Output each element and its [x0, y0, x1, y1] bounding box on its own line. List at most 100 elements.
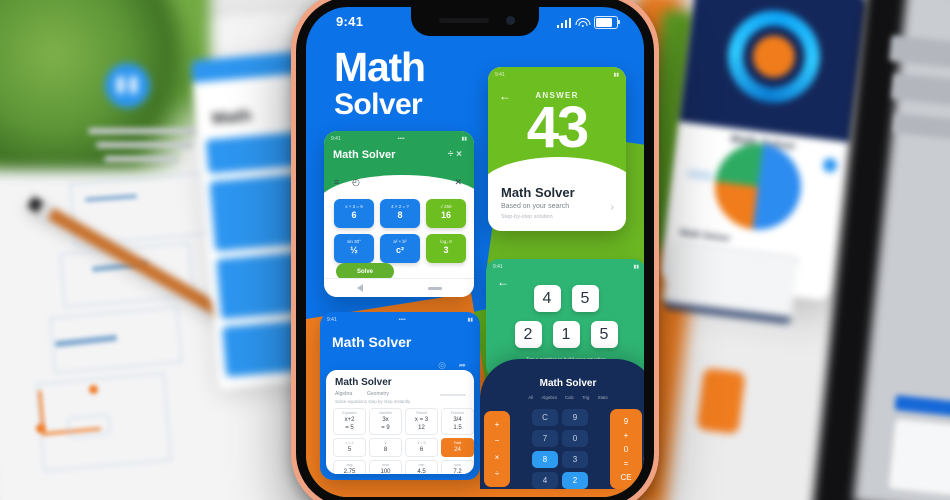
mini-status-right: ▮▮ [461, 136, 467, 142]
result-value: 43 [526, 95, 590, 160]
paper-text-line [88, 128, 208, 134]
tile-expression: log₂ 8 [440, 239, 452, 245]
number-key[interactable]: 2 [514, 321, 542, 348]
calculator-operators-left[interactable]: + − × ÷ [484, 411, 510, 487]
calculator-tabs: All Algebra Calc Trig Stats [480, 395, 644, 400]
calculator-operator-key[interactable]: 0 [624, 445, 628, 454]
calculator-key[interactable]: C [532, 409, 558, 426]
panel-heading: Math Solver [335, 377, 392, 388]
solution-cell[interactable]: Total 24 [441, 438, 474, 457]
solution-cell[interactable]: Result x = 3 12 [405, 408, 438, 436]
cell-value: 8 [383, 446, 388, 453]
solution-cell[interactable]: max 100 [369, 459, 402, 474]
calculator-panel[interactable]: Math Solver All Algebra Calc Trig Stats + − × ÷… [480, 359, 644, 489]
clock-icon[interactable]: ◴ [352, 177, 360, 188]
equation-tile[interactable]: log₂ 83 [426, 234, 466, 263]
number-key[interactable]: 1 [552, 321, 580, 348]
calculator-key[interactable]: 8 [532, 451, 558, 468]
equation-tile[interactable]: x + 3 = 96 [334, 199, 374, 228]
solution-cell[interactable]: avg 2.75 [333, 459, 366, 474]
bg-device-subtitle: Math Solver [679, 227, 731, 244]
calculator-key[interactable]: 4 [532, 472, 558, 489]
card-result[interactable]: 9:41 ▮▮ ← ANSWER 43 Math Solver Based on… [488, 67, 626, 231]
card-mini-status-bar: 9:41 ▮▮ [486, 264, 644, 273]
solution-cell[interactable]: min 4.5 [405, 459, 438, 474]
cellular-signal-icon [556, 17, 571, 28]
bg-device-badge-icon [822, 157, 838, 174]
solution-cell[interactable]: Equation x+2 = 5 [333, 408, 366, 436]
card-green-solver[interactable]: 9:41 •••• ▮▮ Math Solver ÷ × ≡ ◴ ✕ x + 3… [324, 131, 474, 297]
tile-expression: a² + b² [393, 239, 407, 245]
chevron-right-icon[interactable]: › [611, 202, 614, 213]
result-subtitle: Based on your search [501, 203, 570, 210]
bg-screen-title: Math [211, 105, 253, 129]
calculator-operator-key[interactable]: 9 [624, 417, 628, 426]
home-bar-icon[interactable] [427, 286, 442, 290]
number-row-bottom: 215 [486, 321, 644, 348]
calculator-operator-key[interactable]: × [495, 453, 500, 462]
calculator-tab[interactable]: Algebra [541, 395, 557, 400]
calculator-key[interactable]: 2 [562, 472, 588, 489]
calculator-operator-key[interactable]: CE [620, 473, 631, 482]
calculator-operator-key[interactable]: = [624, 459, 629, 468]
calculator-operator-key[interactable]: + [624, 431, 629, 440]
calculator-operator-key[interactable]: − [495, 436, 500, 445]
card-blue-solver[interactable]: 9:41 •••• ▮▮ Math Solver ◎ ➦ Math Solver… [320, 312, 480, 480]
mini-status-time: 9:41 [331, 136, 341, 142]
phone-notch [411, 7, 539, 36]
calculator-operators-right[interactable]: 9 +0 = CE [610, 409, 642, 489]
panel-meta-left: Algebra [335, 391, 353, 397]
page-title: Math Solver [334, 46, 426, 119]
cell-value: 4.5 [417, 468, 426, 474]
mini-status-right: ▮▮ [467, 317, 473, 323]
equation-tile[interactable]: sin 30° ½ [334, 234, 374, 263]
tile-value: 6 [351, 209, 357, 220]
equation-tile[interactable]: √ 256 16 [426, 199, 466, 228]
card-navigation-bar [324, 278, 474, 297]
solution-cell[interactable]: y8 [369, 438, 402, 457]
function-icon[interactable]: ✕ [454, 177, 462, 188]
solution-cell[interactable]: sum 7.2 [441, 459, 474, 474]
back-triangle-icon[interactable] [356, 284, 363, 292]
solution-cell[interactable]: z = 96 [405, 438, 438, 457]
screenshot-stage: Math Math Solver Math Solver 9:41 Math S… [0, 0, 950, 500]
menu-icon[interactable]: ≡ [334, 177, 339, 187]
calculator-tab[interactable]: Trig [582, 395, 590, 400]
number-key[interactable]: 5 [571, 285, 599, 312]
result-caption: Step-by-step solution [501, 214, 553, 220]
card-green-title: Math Solver [333, 149, 396, 161]
mini-status-time: 9:41 [493, 264, 503, 270]
solution-cell[interactable]: Fraction 3/4 1.5 [441, 408, 474, 436]
calculator-tab[interactable]: Stats [597, 395, 607, 400]
paper-text-line [104, 156, 178, 162]
calculator-key[interactable]: 7 [532, 430, 558, 447]
cell-value: = 5 [345, 424, 354, 431]
number-key[interactable]: 5 [590, 321, 618, 348]
card-mini-status-bar: 9:41 •••• ▮▮ [324, 136, 474, 145]
calculator-operator-key[interactable]: ÷ [495, 469, 499, 478]
solution-cell[interactable]: x = 25 [333, 438, 366, 457]
tile-value: ½ [350, 244, 358, 255]
status-time: 9:41 [336, 14, 364, 29]
cell-value: 6 [419, 446, 424, 453]
calculator-operator-key[interactable]: + [495, 420, 500, 429]
panel-meta-right: Geometry [367, 391, 389, 397]
solution-cell[interactable]: Variable 3x = 9 [369, 408, 402, 436]
wifi-icon [575, 17, 590, 28]
number-key[interactable]: 4 [533, 285, 561, 312]
cell-value: 1.5 [453, 424, 462, 431]
panel-divider [440, 394, 466, 396]
front-camera-icon [506, 16, 515, 25]
phone-mockup: 9:41 Math Solver 9:41 •••• ▮▮ Math Solve… [291, 0, 659, 500]
tile-value: 8 [397, 209, 403, 220]
calculator-key[interactable]: 0 [562, 430, 588, 447]
calculator-tab[interactable]: Calc [565, 395, 574, 400]
tile-expression: √ 256 [440, 204, 452, 210]
card-mini-status-bar: 9:41 ▮▮ [488, 72, 626, 81]
equation-tile[interactable]: a² + b² c² [380, 234, 420, 263]
calculator-key[interactable]: 9 [562, 409, 588, 426]
calculator-key[interactable]: 3 [562, 451, 588, 468]
equation-tile[interactable]: 4 × 2 = ? 8 [380, 199, 420, 228]
tile-expression: x + 3 = 9 [345, 204, 363, 210]
calculator-tab[interactable]: All [528, 395, 533, 400]
